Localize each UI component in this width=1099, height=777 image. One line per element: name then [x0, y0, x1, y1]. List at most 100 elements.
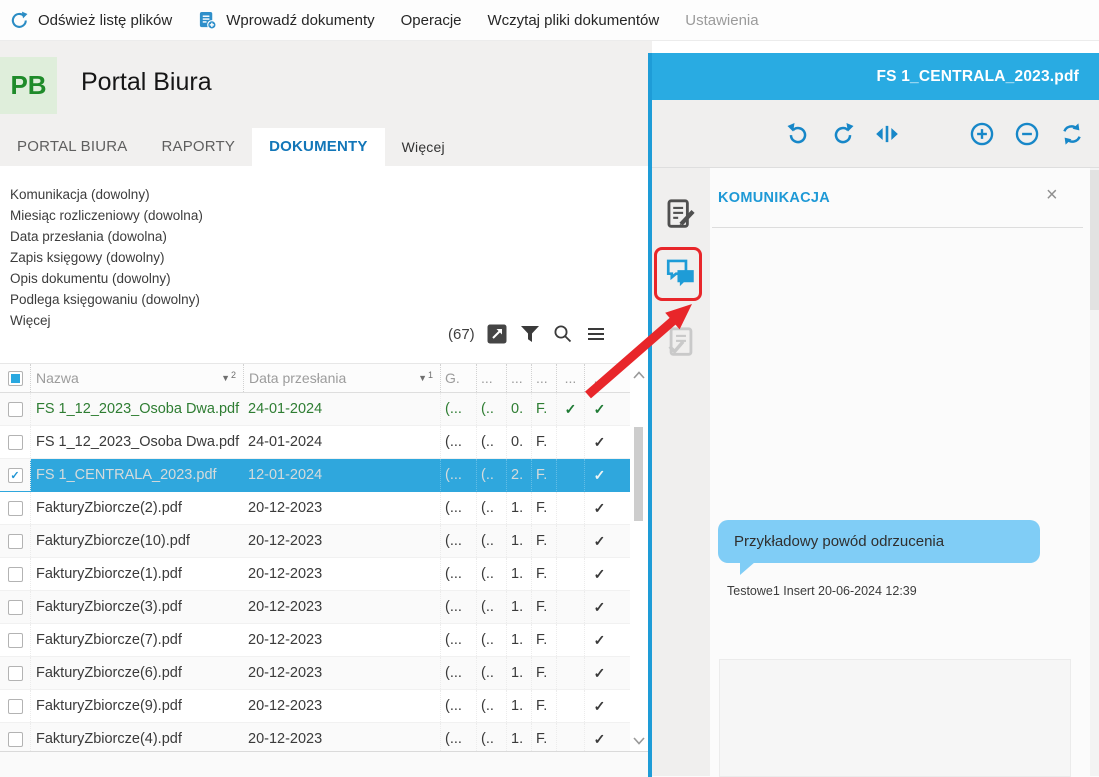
documents-table: Nazwa ▼2 Data przesłania ▼1 G. ... ... .…	[0, 363, 630, 751]
filter-item[interactable]: Więcej	[10, 310, 203, 331]
cell-check: ✓	[556, 393, 584, 425]
tab-raporty[interactable]: RAPORTY	[144, 128, 252, 166]
operations-menu[interactable]: Operacje	[401, 12, 462, 29]
cell-truncated: F.	[531, 690, 556, 722]
app-window: Odśwież listę plików Wprowadź dokumenty …	[0, 0, 1099, 777]
zoom-out-icon[interactable]	[1014, 121, 1040, 147]
row-checkbox[interactable]	[8, 402, 23, 417]
tab-bar: PORTAL BIURA RAPORTY DOKUMENTY Więcej	[0, 128, 462, 166]
new-message-input[interactable]	[719, 659, 1071, 777]
scroll-down-icon[interactable]	[633, 737, 645, 745]
cell-truncated: F.	[531, 624, 556, 656]
documents-tab-content: Komunikacja (dowolny)Miesiąc rozliczenio…	[0, 166, 648, 777]
column-header-truncated[interactable]: ...	[584, 364, 614, 392]
table-row[interactable]: FS 1_12_2023_Osoba Dwa.pdf 24-01-2024 (.…	[0, 426, 630, 459]
export-icon[interactable]	[487, 324, 507, 344]
document-edit-icon[interactable]	[664, 198, 698, 232]
filter-item[interactable]: Komunikacja (dowolny)	[10, 184, 203, 205]
row-checkbox[interactable]	[8, 600, 23, 615]
rotate-left-icon[interactable]	[785, 121, 811, 147]
refresh-file-list-button[interactable]: Odśwież listę plików	[10, 11, 172, 30]
row-checkbox[interactable]	[8, 567, 23, 582]
tab-portal-biura[interactable]: PORTAL BIURA	[0, 128, 144, 166]
cell-truncated: 1.	[506, 492, 531, 524]
cell-truncated: (..	[476, 591, 506, 623]
filter-item[interactable]: Podlega księgowaniu (dowolny)	[10, 289, 203, 310]
row-checkbox[interactable]	[8, 633, 23, 648]
filter-item[interactable]: Data przesłania (dowolna)	[10, 226, 203, 247]
filter-icon[interactable]	[520, 324, 540, 344]
tab-more[interactable]: Więcej	[385, 128, 462, 166]
cell-name: FS 1_12_2023_Osoba Dwa.pdf	[30, 393, 243, 425]
column-header-nazwa[interactable]: Nazwa ▼2	[30, 364, 243, 392]
cell-date: 12-01-2024	[243, 459, 440, 491]
panel-divider[interactable]	[648, 53, 652, 777]
row-checkbox[interactable]	[8, 534, 23, 549]
select-all-checkbox[interactable]	[8, 371, 23, 386]
cell-name: FS 1_12_2023_Osoba Dwa.pdf	[30, 426, 243, 458]
search-icon[interactable]	[553, 324, 573, 344]
table-row[interactable]: FakturyZbiorcze(4).pdf 20-12-2023 (... (…	[0, 723, 630, 751]
panel-scrollbar-thumb[interactable]	[1090, 170, 1099, 310]
row-checkbox[interactable]	[8, 501, 23, 516]
table-scrollbar-thumb[interactable]	[634, 427, 643, 521]
row-count-badge: (67)	[448, 326, 475, 343]
table-row[interactable]: FakturyZbiorcze(7).pdf 20-12-2023 (... (…	[0, 624, 630, 657]
cell-name: FakturyZbiorcze(9).pdf	[30, 690, 243, 722]
cell-g: (...	[440, 690, 476, 722]
filter-item[interactable]: Opis dokumentu (dowolny)	[10, 268, 203, 289]
reload-icon[interactable]	[1059, 121, 1085, 147]
preview-title-bar: FS 1_CENTRALA_2023.pdf	[652, 53, 1099, 100]
cell-g: (...	[440, 558, 476, 590]
filter-item[interactable]: Miesiąc rozliczeniowy (dowolna)	[10, 205, 203, 226]
table-row[interactable]: FakturyZbiorcze(1).pdf 20-12-2023 (... (…	[0, 558, 630, 591]
table-row[interactable]: FakturyZbiorcze(3).pdf 20-12-2023 (... (…	[0, 591, 630, 624]
table-row[interactable]: FS 1_12_2023_Osoba Dwa.pdf 24-01-2024 (.…	[0, 393, 630, 426]
close-icon[interactable]: ×	[1046, 184, 1058, 207]
scroll-up-icon[interactable]	[633, 371, 645, 379]
cell-truncated: (..	[476, 624, 506, 656]
cell-check	[556, 525, 584, 557]
cell-check: ✓	[584, 459, 614, 491]
table-row[interactable]: FakturyZbiorcze(2).pdf 20-12-2023 (... (…	[0, 492, 630, 525]
row-checkbox[interactable]	[8, 732, 23, 747]
table-row[interactable]: FakturyZbiorcze(10).pdf 20-12-2023 (... …	[0, 525, 630, 558]
row-checkbox[interactable]: ✓	[8, 468, 23, 483]
row-checkbox[interactable]	[8, 699, 23, 714]
table-row[interactable]: FakturyZbiorcze(6).pdf 20-12-2023 (... (…	[0, 657, 630, 690]
column-header-g[interactable]: G.	[440, 364, 476, 392]
table-row[interactable]: ✓ FS 1_CENTRALA_2023.pdf 12-01-2024 (...…	[0, 459, 630, 492]
load-document-files-button[interactable]: Wczytaj pliki dokumentów	[488, 12, 660, 29]
column-header-data-przeslania[interactable]: Data przesłania ▼1	[243, 364, 440, 392]
chat-message-meta: Testowe1 Insert 20-06-2024 12:39	[727, 584, 917, 598]
cell-g: (...	[440, 591, 476, 623]
zoom-in-icon[interactable]	[969, 121, 995, 147]
fit-width-icon[interactable]	[874, 121, 900, 147]
tab-dokumenty[interactable]: DOKUMENTY	[252, 128, 384, 166]
toolbar-item-label: Odśwież listę plików	[38, 12, 172, 29]
document-approve-icon[interactable]	[664, 326, 698, 360]
rotate-right-icon[interactable]	[830, 121, 856, 147]
cell-name: FakturyZbiorcze(10).pdf	[30, 525, 243, 557]
column-header-truncated[interactable]: ...	[556, 364, 584, 392]
cell-check: ✓	[584, 492, 614, 524]
column-menu-icon[interactable]	[586, 324, 606, 344]
add-documents-button[interactable]: Wprowadź dokumenty	[198, 11, 374, 30]
cell-check: ✓	[584, 393, 614, 425]
cell-date: 20-12-2023	[243, 492, 440, 524]
cell-truncated: (..	[476, 492, 506, 524]
cell-name: FakturyZbiorcze(4).pdf	[30, 723, 243, 751]
column-header-truncated[interactable]: ...	[531, 364, 556, 392]
cell-g: (...	[440, 459, 476, 491]
row-checkbox[interactable]	[8, 666, 23, 681]
cell-check: ✓	[584, 558, 614, 590]
column-header-truncated[interactable]: ...	[506, 364, 531, 392]
left-panel: PB Portal Biura PORTAL BIURA RAPORTY DOK…	[0, 41, 648, 777]
settings-menu[interactable]: Ustawienia	[685, 12, 758, 29]
panel-scrollbar[interactable]	[1090, 168, 1099, 776]
table-row[interactable]: FakturyZbiorcze(9).pdf 20-12-2023 (... (…	[0, 690, 630, 723]
filter-item[interactable]: Zapis księgowy (dowolny)	[10, 247, 203, 268]
row-checkbox[interactable]	[8, 435, 23, 450]
table-scrollbar[interactable]	[630, 363, 648, 751]
column-header-truncated[interactable]: ...	[476, 364, 506, 392]
